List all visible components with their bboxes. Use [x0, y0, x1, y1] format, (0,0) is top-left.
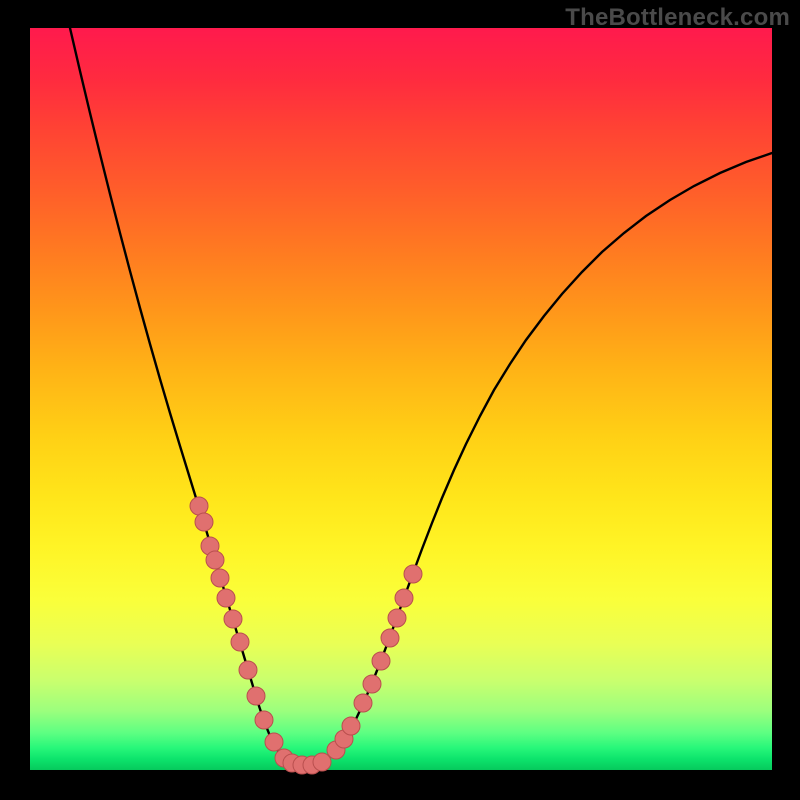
- highlight-dot: [217, 589, 235, 607]
- highlight-dot: [388, 609, 406, 627]
- highlight-dot: [354, 694, 372, 712]
- highlight-dot: [372, 652, 390, 670]
- bottleneck-curve: [70, 28, 772, 765]
- watermark-text: TheBottleneck.com: [565, 4, 790, 32]
- highlight-dot: [404, 565, 422, 583]
- highlight-dot: [313, 753, 331, 771]
- highlight-dot: [211, 569, 229, 587]
- outer-frame: TheBottleneck.com: [0, 0, 800, 800]
- highlight-dot: [363, 675, 381, 693]
- highlight-dot: [342, 717, 360, 735]
- highlight-dot: [265, 733, 283, 751]
- chart-svg: [30, 28, 772, 770]
- highlight-dot: [195, 513, 213, 531]
- highlight-dot: [231, 633, 249, 651]
- highlight-dot: [395, 589, 413, 607]
- highlight-dot: [190, 497, 208, 515]
- highlight-dot: [206, 551, 224, 569]
- highlight-dot: [255, 711, 273, 729]
- highlight-dot: [247, 687, 265, 705]
- highlight-dot: [381, 629, 399, 647]
- highlight-dot: [239, 661, 257, 679]
- highlight-dot: [224, 610, 242, 628]
- highlight-dots: [190, 497, 422, 774]
